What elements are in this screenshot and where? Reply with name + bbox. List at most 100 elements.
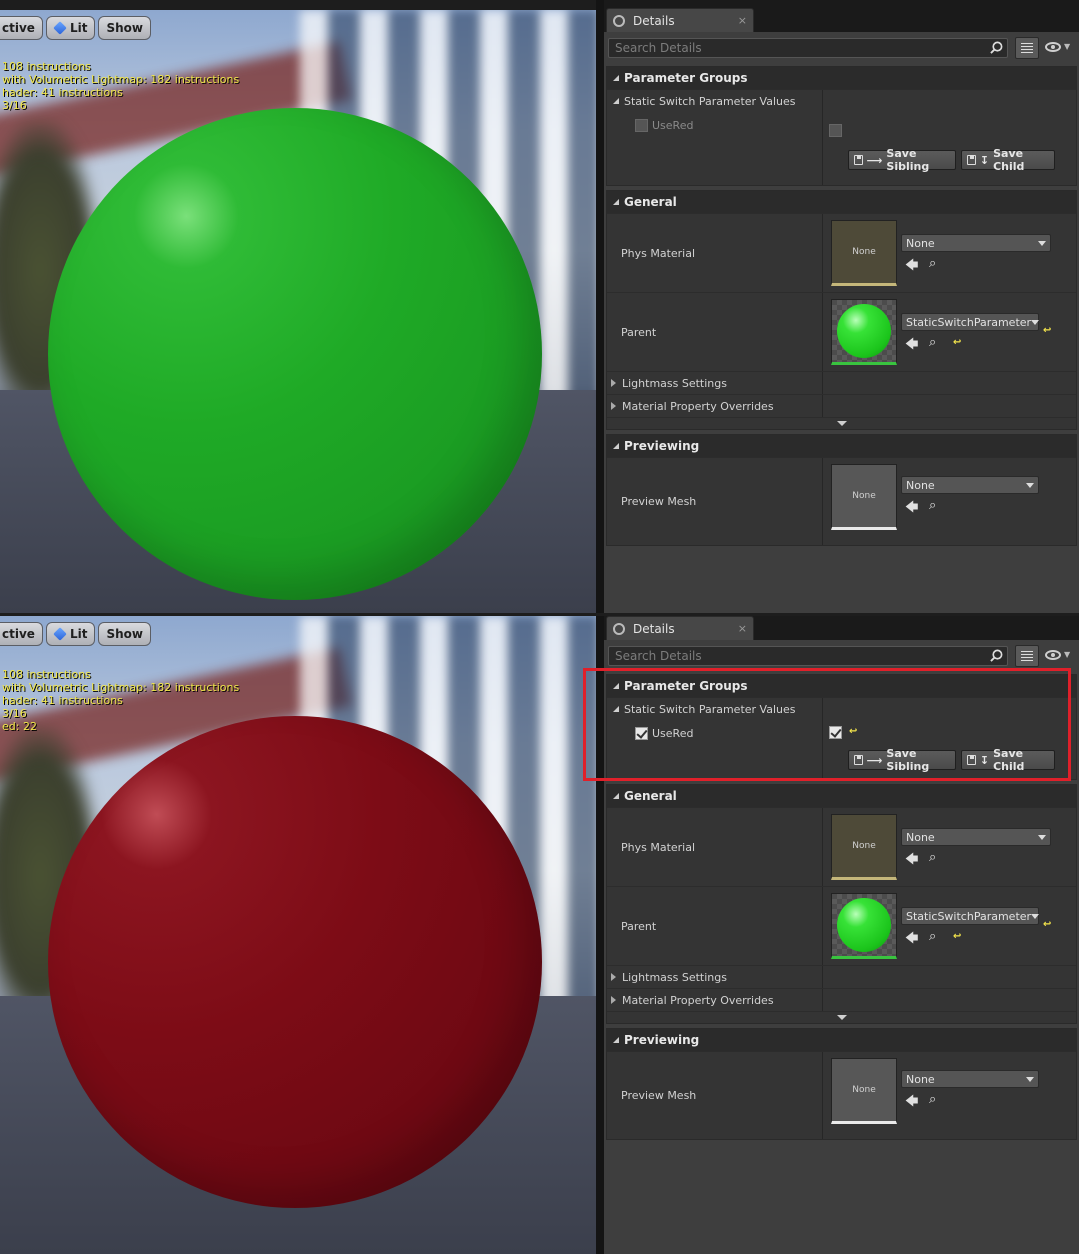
browse-search-icon[interactable]: ⌕ [929,850,936,865]
use-selected-arrow-icon[interactable]: 🡄 [905,335,918,357]
previewing-section: Previewing Preview Mesh None None 🡄 ⌕ [606,1028,1077,1140]
eye-icon[interactable] [1045,650,1061,660]
save-sibling-button[interactable]: ⟶ Save Sibling [848,147,956,173]
collapse-arrow-icon [613,75,619,81]
use-selected-arrow-icon[interactable]: 🡄 [905,1092,918,1114]
show-advanced-button[interactable] [607,417,1076,429]
phys-material-value-text: None [906,236,935,250]
phys-material-row: Phys Material None None 🡄 ⌕ [607,807,1076,886]
static-switch-label-cell: Static Switch Parameter Values UseRed [607,90,823,185]
reset-to-default-icon[interactable]: ↩ [953,337,961,348]
lit-button[interactable]: Lit [45,622,96,646]
preview-mesh-combo[interactable]: None [901,476,1039,494]
use-selected-arrow-icon[interactable]: 🡄 [905,850,918,872]
eye-icon[interactable] [1045,42,1061,52]
tab-details[interactable]: Details × [606,616,754,640]
phys-material-value: None None 🡄 ⌕ [823,214,1076,292]
save-child-button[interactable]: ↧ Save Child [961,147,1055,173]
stats-line: 108 instructions [2,60,91,73]
parent-value: StaticSwitchParameter ↩ 🡄 ⌕ ↩ [823,887,1076,965]
preview-mesh-combo[interactable]: None [901,1070,1039,1088]
lightmass-label-cell: Lightmass Settings [607,966,823,988]
use-red-value-checkbox[interactable] [829,726,842,739]
section-title: General [624,789,677,803]
search-placeholder: Search Details [615,649,702,663]
property-matrix-button[interactable] [1015,645,1039,667]
close-icon[interactable]: × [738,14,747,27]
parent-thumbnail[interactable] [831,893,897,959]
chevron-down-icon[interactable]: ▼ [1064,650,1070,659]
parameter-groups-header[interactable]: Parameter Groups [607,675,1076,697]
use-selected-arrow-icon[interactable]: 🡄 [905,929,918,951]
browse-search-icon[interactable]: ⌕ [929,256,936,271]
phys-material-combo[interactable]: None [901,828,1051,846]
parent-thumbnail[interactable] [831,299,897,365]
view-mode-button[interactable]: ctive [0,16,43,40]
search-input[interactable]: Search Details [608,38,1008,58]
lit-cube-icon [53,21,67,35]
save-icon [967,755,976,765]
parent-combo[interactable]: StaticSwitchParameter [901,907,1040,925]
overrides-label-cell: Material Property Overrides [607,395,823,417]
use-selected-arrow-icon[interactable]: 🡄 [905,498,918,520]
static-switch-group[interactable]: Static Switch Parameter Values [613,90,795,112]
general-header[interactable]: General [607,785,1076,807]
use-red-override-checkbox[interactable] [635,118,648,132]
chevron-down-icon [1026,482,1034,488]
material-preview-viewport[interactable]: 108 instructions with Volumetric Lightma… [0,616,596,1254]
lit-label: Lit [69,21,88,35]
use-red-override-checkbox[interactable] [635,726,648,740]
use-red-param: UseRed [613,720,693,746]
tab-details[interactable]: Details × [606,8,754,32]
general-header[interactable]: General [607,191,1076,213]
reset-to-default-icon[interactable]: ↩ [1043,325,1051,336]
parameter-groups-header[interactable]: Parameter Groups [607,67,1076,89]
save-child-button[interactable]: ↧ Save Child [961,747,1055,773]
preview-mesh-thumbnail[interactable]: None [831,464,897,530]
preview-mesh-row: Preview Mesh None None 🡄 ⌕ [607,1051,1076,1139]
lightmass-row[interactable]: Lightmass Settings [607,371,1076,394]
search-input[interactable]: Search Details [608,646,1008,666]
details-tabbar: Details × [604,0,1079,32]
browse-search-icon[interactable]: ⌕ [929,929,936,944]
preview-mesh-thumbnail[interactable]: None [831,1058,897,1124]
browse-search-icon[interactable]: ⌕ [929,1092,936,1107]
use-selected-arrow-icon[interactable]: 🡄 [905,256,918,278]
reset-to-default-icon[interactable]: ↩ [849,726,857,737]
material-preview-viewport[interactable]: 108 instructions with Volumetric Lightma… [0,10,596,613]
collapse-arrow-icon [613,1037,619,1043]
preview-mesh-row: Preview Mesh None None 🡄 ⌕ [607,457,1076,545]
show-button[interactable]: Show [98,622,151,646]
show-button[interactable]: Show [98,16,151,40]
browse-search-icon[interactable]: ⌕ [929,335,936,350]
browse-search-icon[interactable]: ⌕ [929,498,936,513]
static-switch-group[interactable]: Static Switch Parameter Values [613,698,795,720]
reset-to-default-icon[interactable]: ↩ [953,931,961,942]
parent-combo[interactable]: StaticSwitchParameter [901,313,1040,331]
preview-sphere-red [48,716,542,1208]
phys-material-thumbnail[interactable]: None [831,814,897,880]
chevron-down-icon[interactable]: ▼ [1064,42,1070,51]
details-panel: Details × Search Details ▼ Parameter Gro… [604,0,1079,613]
close-icon[interactable]: × [738,622,747,635]
show-advanced-button[interactable] [607,1011,1076,1023]
save-sibling-label: Save Sibling [886,747,930,773]
phys-material-thumbnail[interactable]: None [831,220,897,286]
overrides-row[interactable]: Material Property Overrides [607,988,1076,1011]
use-red-value-checkbox[interactable] [829,124,842,137]
collapse-arrow-icon [613,443,619,449]
lightmass-row[interactable]: Lightmass Settings [607,965,1076,988]
view-mode-button[interactable]: ctive [0,622,43,646]
overrides-row[interactable]: Material Property Overrides [607,394,1076,417]
panel-splitter[interactable] [596,0,604,613]
save-sibling-button[interactable]: ⟶ Save Sibling [848,747,956,773]
phys-material-combo[interactable]: None [901,234,1051,252]
panel-splitter[interactable] [596,616,604,1254]
reset-to-default-icon[interactable]: ↩ [1043,919,1051,930]
expand-arrow-icon [611,996,616,1004]
chevron-down-icon [836,421,847,426]
lit-button[interactable]: Lit [45,16,96,40]
previewing-header[interactable]: Previewing [607,435,1076,457]
property-matrix-button[interactable] [1015,37,1039,59]
previewing-header[interactable]: Previewing [607,1029,1076,1051]
